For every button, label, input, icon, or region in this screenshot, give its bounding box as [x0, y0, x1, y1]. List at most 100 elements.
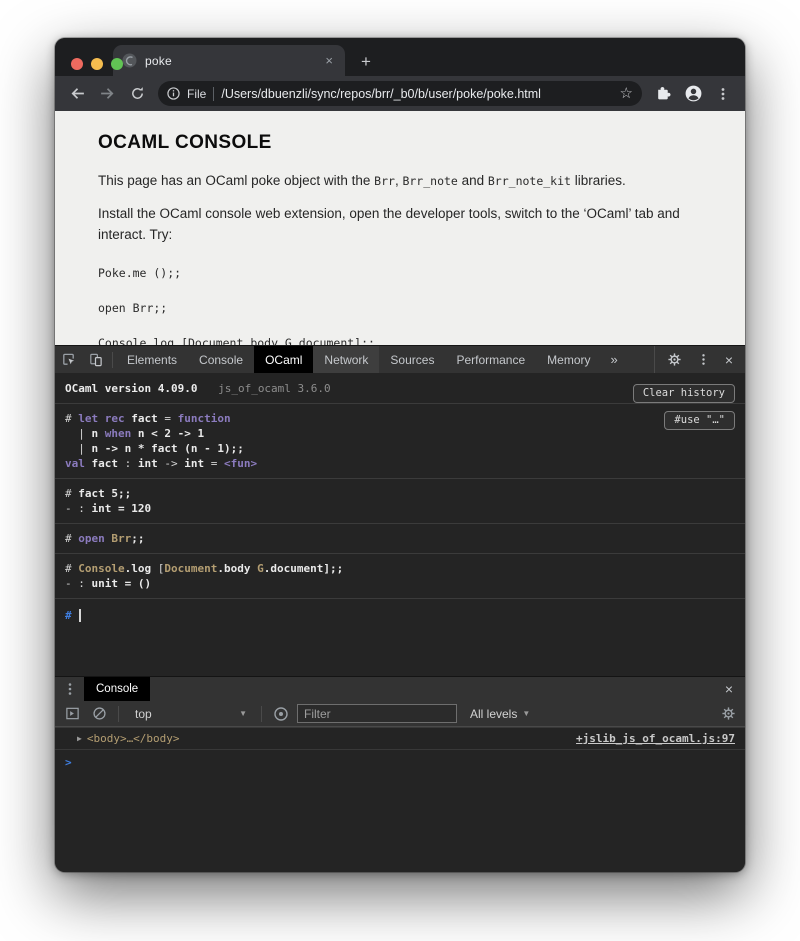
- code-segment: <fun>: [224, 457, 257, 470]
- devtools-tab-ocaml[interactable]: OCaml: [254, 346, 313, 374]
- code-segment: unit = (): [92, 577, 152, 590]
- bookmark-star-icon[interactable]: ☆: [620, 86, 633, 101]
- code-segment: Brr_note_kit: [488, 174, 571, 188]
- code-segment: =: [164, 412, 177, 425]
- code-segment: val: [65, 457, 92, 470]
- inspect-element-icon[interactable]: [55, 346, 82, 374]
- tab-close-icon[interactable]: ×: [322, 53, 336, 68]
- page-content: OCAML CONSOLE This page has an OCaml pok…: [55, 111, 745, 345]
- code-segment: int: [138, 457, 165, 470]
- info-icon[interactable]: [167, 87, 180, 100]
- code-segment: int: [184, 457, 211, 470]
- repl-history: # let rec fact = function | n when n < 2…: [55, 404, 745, 599]
- element-preview[interactable]: <body>…</body>: [87, 732, 180, 745]
- code-segment: :: [125, 457, 138, 470]
- code-segment: Document: [164, 562, 217, 575]
- ocaml-version: OCaml version 4.09.0: [65, 382, 197, 395]
- code-segment: ];;: [323, 562, 343, 575]
- code-segment: #: [65, 562, 78, 575]
- code-segment: Brr: [111, 532, 131, 545]
- devtools-tab-[interactable]: »: [602, 346, 627, 374]
- expand-arrow-icon[interactable]: ▶: [77, 734, 82, 743]
- devtools-tabbar: ElementsConsoleOCamlNetworkSourcesPerfor…: [55, 345, 745, 373]
- code-segment: |: [65, 427, 92, 440]
- code-segment: fact: [131, 412, 164, 425]
- drawer-tab-console[interactable]: Console: [84, 677, 150, 702]
- code-segment: and: [458, 173, 488, 188]
- ocaml-console-panel: OCaml version 4.09.0 js_of_ocaml 3.6.0 #…: [55, 373, 745, 676]
- drawer-menu-kebab-icon[interactable]: [55, 682, 84, 696]
- url-scheme-label: File: [187, 87, 206, 101]
- chevron-down-icon: ▼: [239, 709, 247, 718]
- code-segment: Brr: [374, 174, 395, 188]
- code-segment: #: [65, 532, 78, 545]
- console-settings-gear-icon[interactable]: [717, 703, 739, 725]
- code-segment: - :: [65, 577, 92, 590]
- use-file-button[interactable]: #use "…": [664, 411, 735, 430]
- code-sample: open Brr;;: [98, 301, 702, 315]
- log-levels-dropdown[interactable]: All levels ▼: [470, 707, 530, 721]
- ocaml-console-buttons: Clear history #use "…": [633, 384, 735, 430]
- jsofocaml-version: js_of_ocaml 3.6.0: [218, 382, 331, 395]
- code-segment: when: [105, 427, 138, 440]
- code-segment: ;;: [131, 532, 144, 545]
- intro-paragraph: This page has an OCaml poke object with …: [98, 171, 702, 191]
- code-segment: - :: [65, 502, 92, 515]
- log-levels-value: All levels: [470, 707, 517, 721]
- code-segment: =: [211, 457, 224, 470]
- console-toolbar: top ▼ All levels ▼: [55, 701, 745, 727]
- eye-icon[interactable]: [270, 703, 292, 725]
- code-segment: fact 5;;: [78, 487, 131, 500]
- context-selector-value: top: [135, 707, 152, 721]
- console-log-entry[interactable]: ▶ <body>…</body> +jslib_js_of_ocaml.js:9…: [55, 727, 745, 750]
- filter-input[interactable]: [297, 704, 457, 723]
- device-toolbar-icon[interactable]: [82, 346, 109, 374]
- repl-line: | n -> n * fact (n - 1);;: [65, 441, 735, 456]
- devtools-close-icon[interactable]: ×: [719, 352, 739, 368]
- url-bar[interactable]: File /Users/dbuenzli/sync/repos/brr/_b0/…: [158, 81, 642, 106]
- code-samples: Poke.me ();;open Brr;;Console.log [Docum…: [98, 266, 702, 345]
- source-location-link[interactable]: +jslib_js_of_ocaml.js:97: [576, 732, 735, 745]
- repl-line: # Console.log [Document.body G.document]…: [65, 561, 735, 576]
- reload-icon[interactable]: [124, 81, 150, 107]
- code-segment: .log: [125, 562, 158, 575]
- code-segment: let rec: [78, 412, 131, 425]
- tab-title: poke: [145, 54, 314, 68]
- devtools-tab-memory[interactable]: Memory: [536, 346, 601, 374]
- new-tab-button[interactable]: +: [361, 53, 371, 70]
- devtools-tab-network[interactable]: Network: [313, 346, 379, 374]
- devtools-tab-console[interactable]: Console: [188, 346, 254, 374]
- devtools-tab-performance[interactable]: Performance: [445, 346, 536, 374]
- zoom-window-button[interactable]: [111, 58, 123, 70]
- code-segment: #: [65, 487, 78, 500]
- code-segment: n < 2 -> 1: [138, 427, 204, 440]
- back-icon[interactable]: [64, 81, 90, 107]
- close-window-button[interactable]: [71, 58, 83, 70]
- screenshot-stage: poke × + File /Users/dbuenzli/syn: [0, 0, 800, 941]
- drawer-close-icon[interactable]: ×: [713, 681, 745, 697]
- devtools-tab-sources[interactable]: Sources: [379, 346, 445, 374]
- code-segment: G: [257, 562, 264, 575]
- code-segment: |: [65, 442, 92, 455]
- devtools-menu-kebab-icon[interactable]: [690, 346, 717, 374]
- extensions-puzzle-icon[interactable]: [650, 81, 676, 107]
- code-segment: Brr_note: [402, 174, 457, 188]
- code-segment: .body: [217, 562, 257, 575]
- browser-tab-poke[interactable]: poke ×: [113, 45, 345, 76]
- devtools-settings-gear-icon[interactable]: [661, 346, 688, 374]
- console-sidebar-toggle-icon[interactable]: [61, 703, 83, 725]
- repl-line: # open Brr;;: [65, 531, 735, 546]
- forward-icon[interactable]: [94, 81, 120, 107]
- profile-avatar-icon[interactable]: [680, 81, 706, 107]
- clear-history-button[interactable]: Clear history: [633, 384, 735, 403]
- console-prompt-row[interactable]: >: [55, 750, 745, 775]
- repl-prompt-row[interactable]: #: [55, 599, 745, 632]
- minimize-window-button[interactable]: [91, 58, 103, 70]
- devtools-tab-elements[interactable]: Elements: [116, 346, 188, 374]
- browser-menu-kebab-icon[interactable]: [710, 81, 736, 107]
- install-paragraph: Install the OCaml console web extension,…: [98, 204, 702, 245]
- page-title: OCAML CONSOLE: [98, 132, 702, 154]
- clear-console-ban-icon[interactable]: [88, 703, 110, 725]
- code-segment: libraries.: [571, 173, 626, 188]
- context-selector-dropdown[interactable]: top ▼: [127, 707, 253, 721]
